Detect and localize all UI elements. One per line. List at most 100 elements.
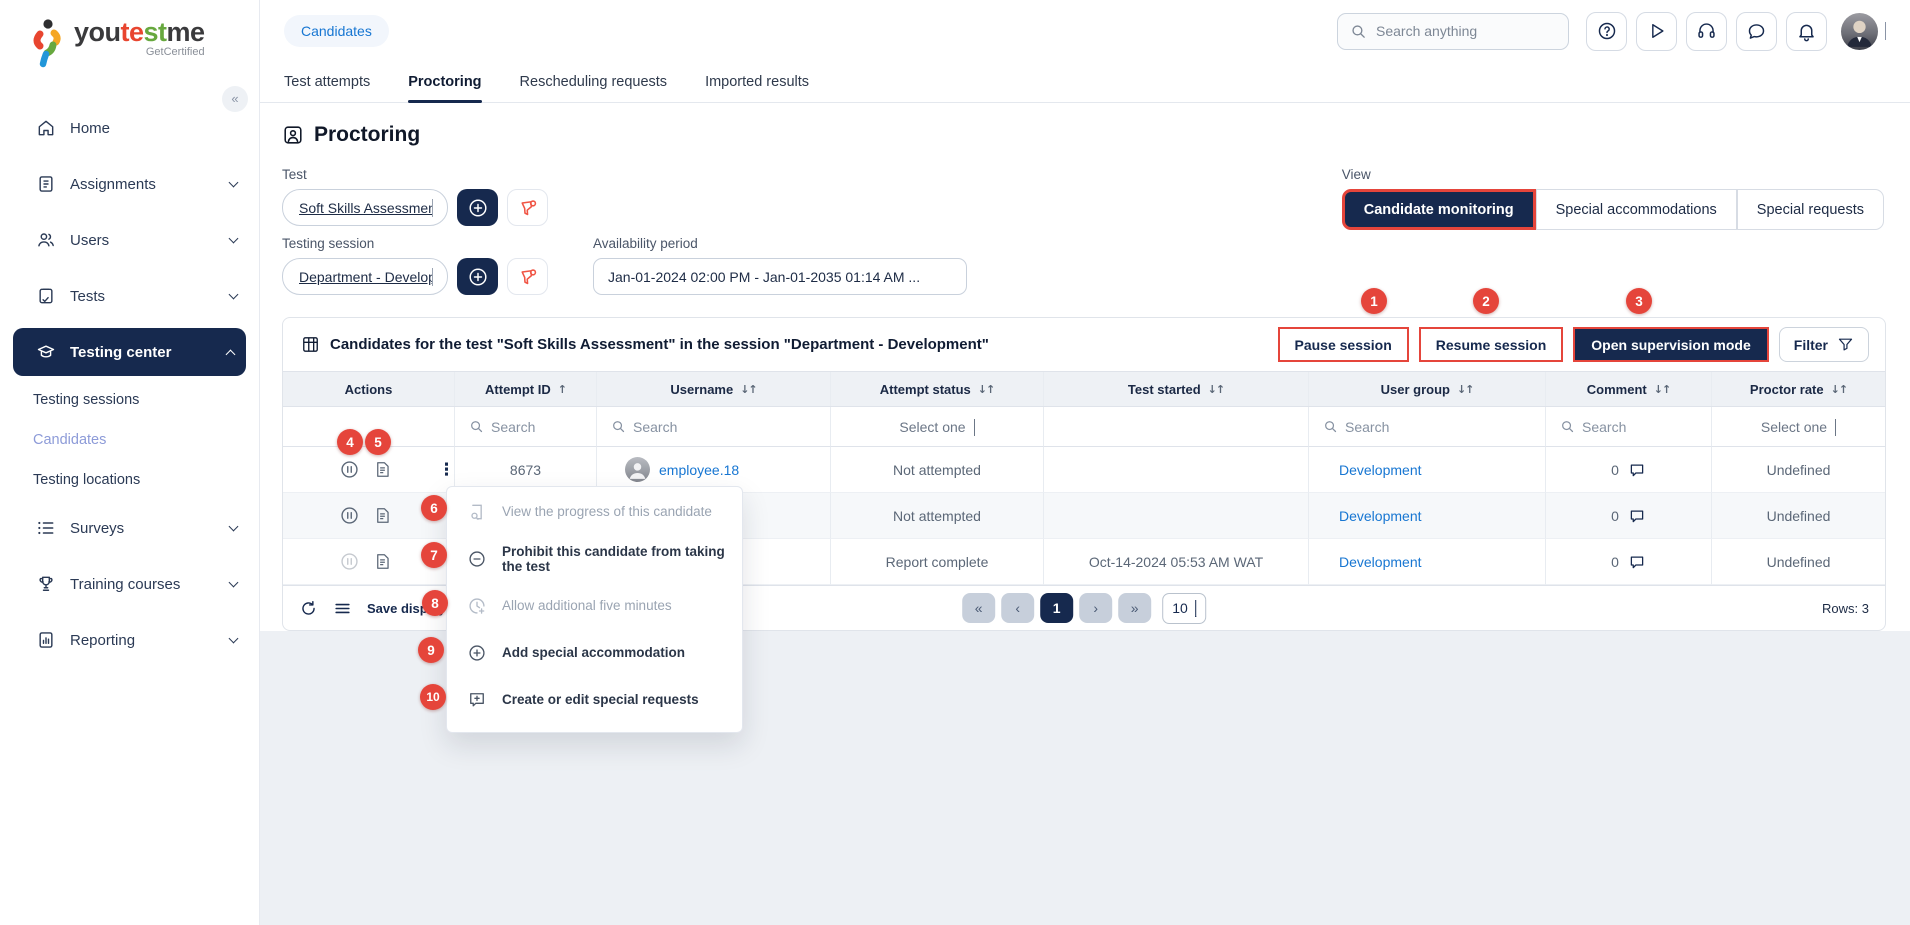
global-search[interactable] [1337, 13, 1569, 50]
test-started-cell: Oct-14-2024 05:53 AM WAT [1044, 539, 1309, 585]
search-icon [1350, 23, 1367, 40]
sidebar-item-home[interactable]: Home [0, 100, 259, 156]
menu-item-add-special-accommodation[interactable]: Add special accommodation [447, 629, 742, 676]
test-started-cell [1044, 447, 1309, 493]
user-menu[interactable] [1841, 13, 1886, 50]
menu-item-create-special-requests[interactable]: Create or edit special requests [447, 676, 742, 723]
pagination: « ‹ 1 › » 10 [962, 593, 1206, 624]
add-session-button[interactable] [457, 258, 498, 295]
sort-icon[interactable]: ↓↑ [1457, 383, 1473, 396]
pause-session-button[interactable]: Pause session [1278, 327, 1409, 362]
proctor-rate-cell: Undefined [1712, 493, 1885, 539]
help-button[interactable] [1586, 12, 1627, 51]
sidebar-subitem-candidates[interactable]: Candidates [0, 420, 259, 460]
messages-button[interactable] [1736, 12, 1777, 51]
prev-page-button[interactable]: ‹ [1001, 593, 1034, 623]
sort-icon[interactable]: ↓↑ [740, 383, 756, 396]
last-page-button[interactable]: » [1118, 593, 1151, 623]
column-header-actions[interactable]: Actions [283, 372, 455, 406]
view-special-accommodations[interactable]: Special accommodations [1536, 189, 1737, 230]
report-icon[interactable] [373, 506, 392, 525]
test-select[interactable]: Soft Skills Assessment [282, 189, 448, 226]
comment-icon[interactable] [1628, 461, 1646, 479]
tab-imported-results[interactable]: Imported results [705, 62, 809, 102]
pause-attempt-icon[interactable] [339, 505, 360, 526]
pause-attempt-icon[interactable] [339, 459, 360, 480]
sidebar-item-users[interactable]: Users [0, 212, 259, 268]
filter-button[interactable]: Filter [1779, 327, 1869, 362]
report-icon[interactable] [373, 460, 392, 479]
page-number-button[interactable]: 1 [1040, 593, 1073, 623]
notifications-button[interactable] [1786, 12, 1827, 51]
view-candidate-monitoring[interactable]: Candidate monitoring [1342, 189, 1536, 230]
clear-session-filter-button[interactable] [507, 258, 548, 295]
breadcrumb[interactable]: Candidates [284, 15, 389, 47]
tab-rescheduling-requests[interactable]: Rescheduling requests [520, 62, 668, 102]
sidebar-item-surveys[interactable]: Surveys [0, 500, 259, 556]
user-group-link[interactable]: Development [1339, 462, 1422, 478]
comment-count: 0 [1611, 462, 1619, 478]
tab-test-attempts[interactable]: Test attempts [284, 62, 370, 102]
tutorials-button[interactable] [1636, 12, 1677, 51]
tab-proctoring[interactable]: Proctoring [408, 62, 481, 102]
next-page-button[interactable]: › [1079, 593, 1112, 623]
column-header-test-started[interactable]: Test started↓↑ [1044, 372, 1309, 406]
comment-icon[interactable] [1628, 507, 1646, 525]
column-header-proctor-rate[interactable]: Proctor rate↓↑ [1712, 372, 1885, 406]
comment-count: 0 [1611, 554, 1619, 570]
clear-test-filter-button[interactable] [507, 189, 548, 226]
column-header-comment[interactable]: Comment↓↑ [1546, 372, 1712, 406]
comment-icon[interactable] [1628, 553, 1646, 571]
sort-asc-icon[interactable]: ↑ [558, 383, 566, 396]
column-header-attempt-id[interactable]: Attempt ID↑ [455, 372, 597, 406]
user-group-link[interactable]: Development [1339, 554, 1422, 570]
proctor-rate-filter-select[interactable]: Select one [1712, 407, 1885, 447]
sidebar-subitem-testing-locations[interactable]: Testing locations [0, 460, 259, 500]
user-group-link[interactable]: Development [1339, 508, 1422, 524]
availability-period-input[interactable]: Jan-01-2024 02:00 PM - Jan-01-2035 01:14… [593, 258, 967, 295]
sidebar-item-assignments[interactable]: Assignments [0, 156, 259, 212]
refresh-icon[interactable] [299, 599, 318, 618]
sort-icon[interactable]: ↓↑ [1654, 383, 1670, 396]
report-icon[interactable] [373, 552, 392, 571]
attempt-status-cell: Report complete [831, 539, 1044, 585]
page-size-select[interactable]: 10 [1162, 593, 1206, 624]
sidebar-subitem-testing-sessions[interactable]: Testing sessions [0, 380, 259, 420]
user-group-filter-input[interactable] [1345, 419, 1523, 435]
username-filter-input[interactable] [633, 419, 808, 435]
resume-session-button[interactable]: Resume session [1419, 327, 1564, 362]
annotation-badge-7: 7 [421, 542, 447, 568]
column-header-username[interactable]: Username↓↑ [597, 372, 831, 406]
sidebar-item-reporting[interactable]: Reporting [0, 612, 259, 668]
attempt-id-filter-input[interactable] [491, 419, 593, 435]
view-label: View [1342, 167, 1884, 182]
add-test-button[interactable] [457, 189, 498, 226]
global-search-input[interactable] [1376, 23, 1536, 39]
row-menu-kebab-icon[interactable]: ⋮ [438, 460, 455, 480]
menu-item-prohibit-candidate[interactable]: Prohibit this candidate from taking the … [447, 535, 742, 582]
sort-icon[interactable]: ↓↑ [1831, 383, 1847, 396]
attempt-status-filter-select[interactable]: Select one [831, 407, 1044, 447]
open-supervision-mode-button[interactable]: Open supervision mode [1573, 327, 1768, 362]
sort-icon[interactable]: ↓↑ [1208, 383, 1224, 396]
first-page-button[interactable]: « [962, 593, 995, 623]
sidebar-item-testing-center[interactable]: Testing center [13, 328, 246, 376]
username-link[interactable]: employee.18 [659, 462, 739, 478]
sort-icon[interactable]: ↓↑ [978, 383, 994, 396]
sidebar-item-training-courses[interactable]: Training courses [0, 556, 259, 612]
availability-period-label: Availability period [593, 236, 967, 251]
sidebar-item-label: Surveys [70, 520, 124, 537]
comment-filter-input[interactable] [1582, 419, 1703, 435]
column-header-user-group[interactable]: User group↓↑ [1309, 372, 1546, 406]
avatar [1841, 13, 1878, 50]
support-button[interactable] [1686, 12, 1727, 51]
chat-icon [1746, 21, 1767, 42]
columns-menu-icon[interactable] [333, 599, 352, 618]
brand-wordmark: youtestme [74, 18, 205, 48]
testing-session-select[interactable]: Department - Developm... [282, 258, 448, 295]
column-header-attempt-status[interactable]: Attempt status↓↑ [831, 372, 1044, 406]
tabbar: Test attempts Proctoring Rescheduling re… [260, 62, 1910, 103]
sidebar-collapse-button[interactable]: « [222, 86, 248, 112]
sidebar-item-tests[interactable]: Tests [0, 268, 259, 324]
view-special-requests[interactable]: Special requests [1737, 189, 1884, 230]
